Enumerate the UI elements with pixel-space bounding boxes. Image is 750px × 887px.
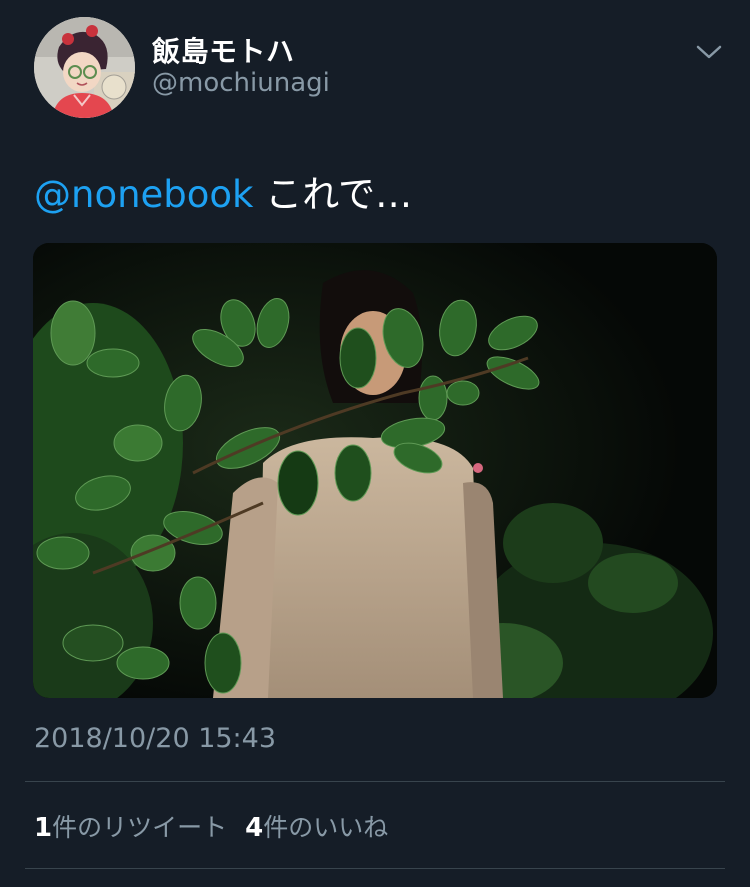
tweet-photo[interactable] bbox=[33, 243, 717, 698]
divider bbox=[25, 868, 725, 869]
tweet-text: @nonebook これで… bbox=[34, 170, 412, 220]
tweet-detail: 飯島モトハ @mochiunagi @nonebook これで… 2018/10… bbox=[0, 0, 750, 887]
avatar[interactable] bbox=[34, 17, 135, 118]
tweet-stats: 1件のリツイート 4件のいいね bbox=[34, 808, 388, 844]
retweet-label: 件のリツイート bbox=[52, 813, 228, 842]
mention-link[interactable]: @nonebook bbox=[34, 173, 254, 216]
user-handle[interactable]: @mochiunagi bbox=[152, 68, 330, 98]
chevron-down-icon[interactable] bbox=[695, 40, 723, 64]
like-count: 4 bbox=[245, 813, 264, 843]
like-stat[interactable]: 4件のいいね bbox=[245, 808, 388, 844]
retweet-stat[interactable]: 1件のリツイート bbox=[34, 808, 227, 844]
like-label: 件のいいね bbox=[263, 813, 389, 842]
tweet-timestamp[interactable]: 2018/10/20 15:43 bbox=[34, 723, 276, 754]
display-name[interactable]: 飯島モトハ bbox=[152, 30, 295, 70]
avatar-illustration bbox=[34, 17, 135, 118]
retweet-count: 1 bbox=[34, 813, 53, 843]
photo-woman-behind-leaves bbox=[33, 243, 717, 698]
tweet-body: これで… bbox=[253, 173, 413, 216]
divider bbox=[25, 781, 725, 782]
